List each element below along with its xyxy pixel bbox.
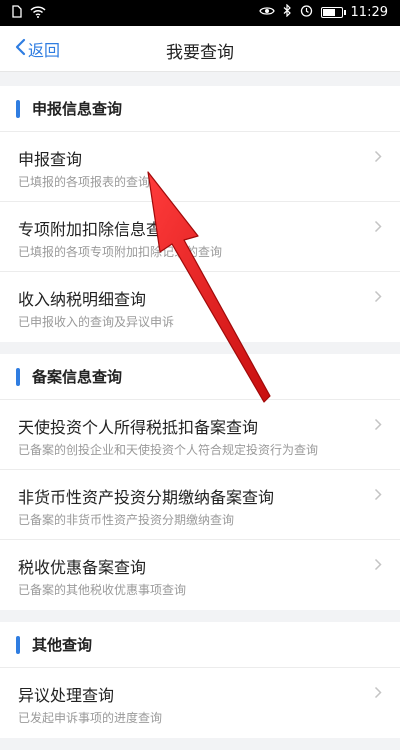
list-item-angel-investment-query[interactable]: 天使投资个人所得税抵扣备案查询 已备案的创投企业和天使投资个人符合规定投资行为查… [0,400,400,470]
item-title: 专项附加扣除信息查询 [18,220,179,239]
item-description: 已备案的非货币性资产投资分期缴纳查询 [18,513,235,527]
chevron-right-icon [374,148,382,167]
list-item-income-tax-detail-query[interactable]: 收入纳税明细查询 已申报收入的查询及异议申诉 [0,272,400,342]
chevron-right-icon [374,288,382,307]
section-header: 其他查询 [0,622,400,668]
battery-icon [320,7,346,18]
chevron-right-icon [374,684,382,703]
list-item-non-monetary-asset-query[interactable]: 非货币性资产投资分期缴纳备案查询 已备案的非货币性资产投资分期缴纳查询 [0,470,400,540]
bluetooth-icon [283,3,292,21]
section-declaration: 申报信息查询 申报查询 已填报的各项报表的查询 专项附加扣除信息查询 已填报的各… [0,86,400,342]
query-list: 申报信息查询 申报查询 已填报的各项报表的查询 专项附加扣除信息查询 已填报的各… [0,86,400,750]
section-accent-bar [16,100,20,118]
section-other: 其他查询 异议处理查询 已发起申诉事项的进度查询 [0,622,400,738]
section-filing: 备案信息查询 天使投资个人所得税抵扣备案查询 已备案的创投企业和天使投资个人符合… [0,354,400,610]
item-description: 已备案的创投企业和天使投资个人符合规定投资行为查询 [18,443,319,457]
status-bar: 11:29 [0,0,400,26]
item-description: 已申报收入的查询及异议申诉 [18,315,175,329]
chevron-right-icon [374,218,382,237]
sim-card-icon [12,5,22,22]
section-title: 其他查询 [32,636,93,654]
eye-icon [258,5,275,21]
item-title: 天使投资个人所得税抵扣备案查询 [18,418,259,437]
list-item-tax-preference-query[interactable]: 税收优惠备案查询 已备案的其他税收优惠事项查询 [0,540,400,610]
item-title: 非货币性资产投资分期缴纳备案查询 [18,488,275,507]
section-accent-bar [16,368,20,386]
battery-level [322,9,335,16]
status-time: 11:29 [350,5,388,20]
section-header: 备案信息查询 [0,354,400,400]
item-title: 申报查询 [18,150,83,169]
nav-bar: 返回 我要查询 [0,26,400,72]
item-description: 已填报的各项专项附加扣除记录的查询 [18,245,223,259]
section-accent-bar [16,636,20,654]
list-item-objection-query[interactable]: 异议处理查询 已发起申诉事项的进度查询 [0,668,400,738]
section-title: 备案信息查询 [32,368,123,386]
chevron-right-icon [374,556,382,575]
item-title: 异议处理查询 [18,686,115,705]
item-description: 已发起申诉事项的进度查询 [18,711,163,725]
wifi-icon [30,5,46,22]
section-header: 申报信息查询 [0,86,400,132]
item-description: 已填报的各项报表的查询 [18,175,151,189]
list-item-declaration-query[interactable]: 申报查询 已填报的各项报表的查询 [0,132,400,202]
section-title: 申报信息查询 [32,100,123,118]
item-title: 收入纳税明细查询 [18,290,147,309]
item-title: 税收优惠备案查询 [18,558,147,577]
list-item-special-deduction-query[interactable]: 专项附加扣除信息查询 已填报的各项专项附加扣除记录的查询 [0,202,400,272]
item-description: 已备案的其他税收优惠事项查询 [18,583,187,597]
chevron-right-icon [374,486,382,505]
alarm-icon [300,4,313,21]
page-title: 我要查询 [166,43,234,63]
chevron-right-icon [374,416,382,435]
